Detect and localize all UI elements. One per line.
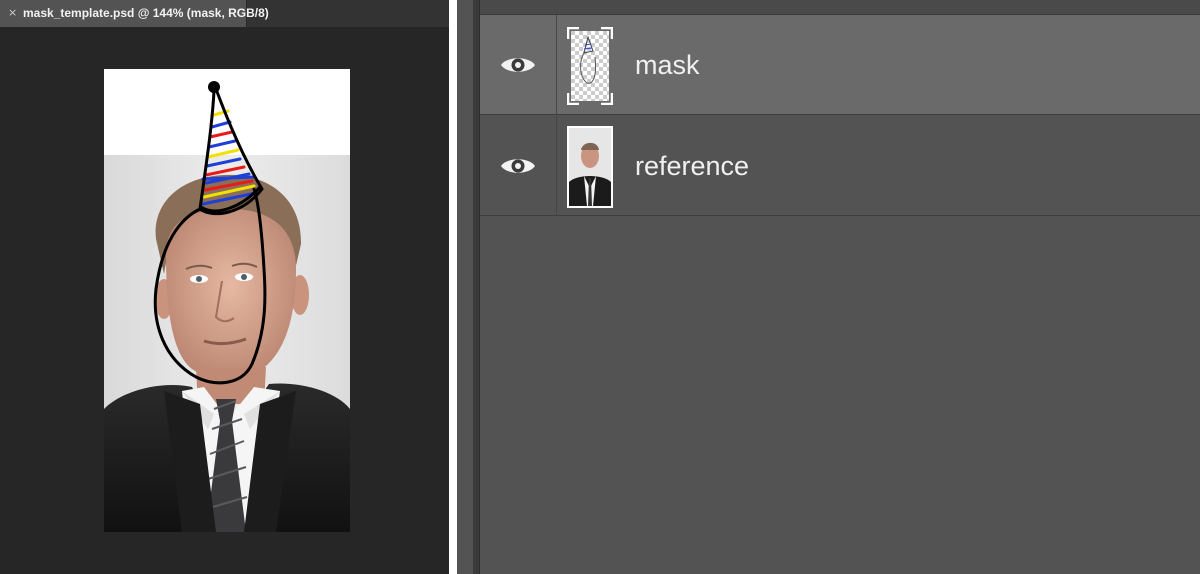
visibility-column	[480, 116, 557, 215]
eye-icon[interactable]	[499, 54, 537, 76]
document-canvas[interactable]	[104, 69, 350, 532]
document-tab-bar: × mask_template.psd @ 144% (mask, RGB/8)	[0, 0, 449, 27]
layers-panel: mask reference	[457, 0, 1200, 574]
close-icon[interactable]: ×	[8, 6, 17, 20]
layer-thumbnail-mask[interactable]	[567, 27, 613, 105]
layer-name-mask[interactable]: mask	[635, 49, 700, 81]
document-tab[interactable]: × mask_template.psd @ 144% (mask, RGB/8)	[0, 0, 269, 27]
layer-name-reference[interactable]: reference	[635, 150, 749, 182]
canvas-artwork	[104, 81, 350, 532]
layer-thumbnail-reference[interactable]	[567, 126, 613, 208]
eye-icon[interactable]	[499, 155, 537, 177]
document-tab-label: mask_template.psd @ 144% (mask, RGB/8)	[23, 6, 269, 20]
panel-divider	[449, 0, 457, 574]
document-window: × mask_template.psd @ 144% (mask, RGB/8)	[0, 0, 449, 574]
layers-header-strip	[480, 0, 1200, 15]
layer-row-reference[interactable]: reference	[480, 116, 1200, 216]
layer-row-mask[interactable]: mask	[480, 15, 1200, 115]
visibility-column	[480, 15, 557, 114]
